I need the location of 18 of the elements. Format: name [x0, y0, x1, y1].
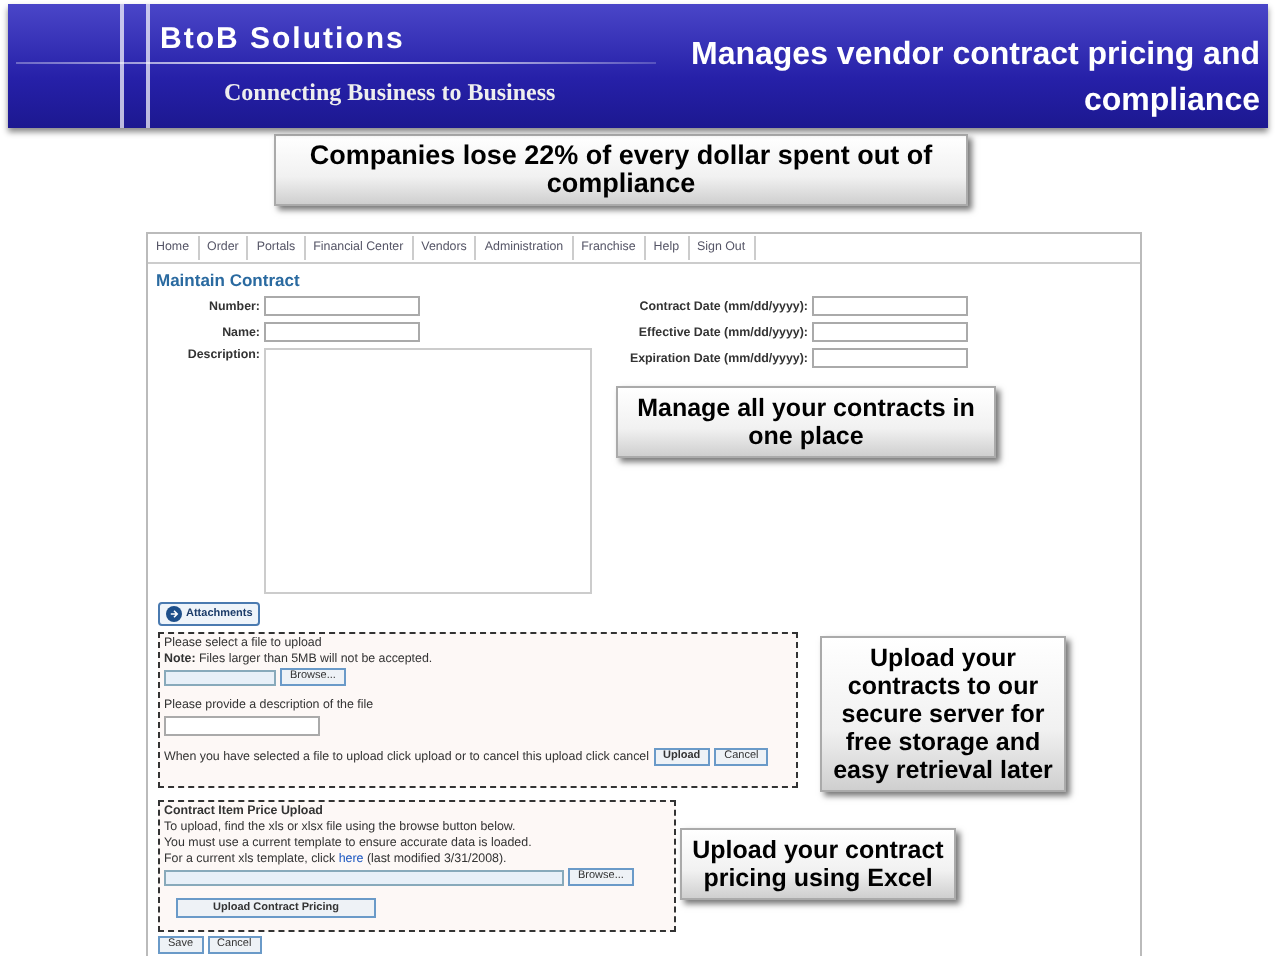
brand-name: BtoB Solutions [160, 22, 407, 56]
callout: Manage all your contracts in one place [616, 386, 996, 458]
input-field[interactable] [812, 348, 968, 368]
callout: Upload your contracts to our secure server for free storage and easy retrieval later [820, 636, 1066, 792]
arrow-icon [166, 606, 182, 622]
callout: Upload your contract pricing using Excel [680, 828, 956, 900]
page-title: Maintain Contract [156, 270, 302, 290]
slide-title: Manages vendor contract pricing and compliance [690, 36, 1262, 122]
file-description-field[interactable] [164, 716, 320, 736]
input-field[interactable] [264, 296, 420, 316]
tagline: Connecting Business to Business [224, 78, 556, 108]
file-field[interactable] [164, 869, 564, 885]
file-field[interactable] [164, 669, 276, 685]
input-field[interactable] [812, 296, 968, 316]
description-field[interactable] [264, 348, 592, 594]
input-field[interactable] [264, 322, 420, 342]
callout: Companies lose 22% of every dollar spent out of compliance [274, 134, 968, 206]
input-field[interactable] [812, 322, 968, 342]
